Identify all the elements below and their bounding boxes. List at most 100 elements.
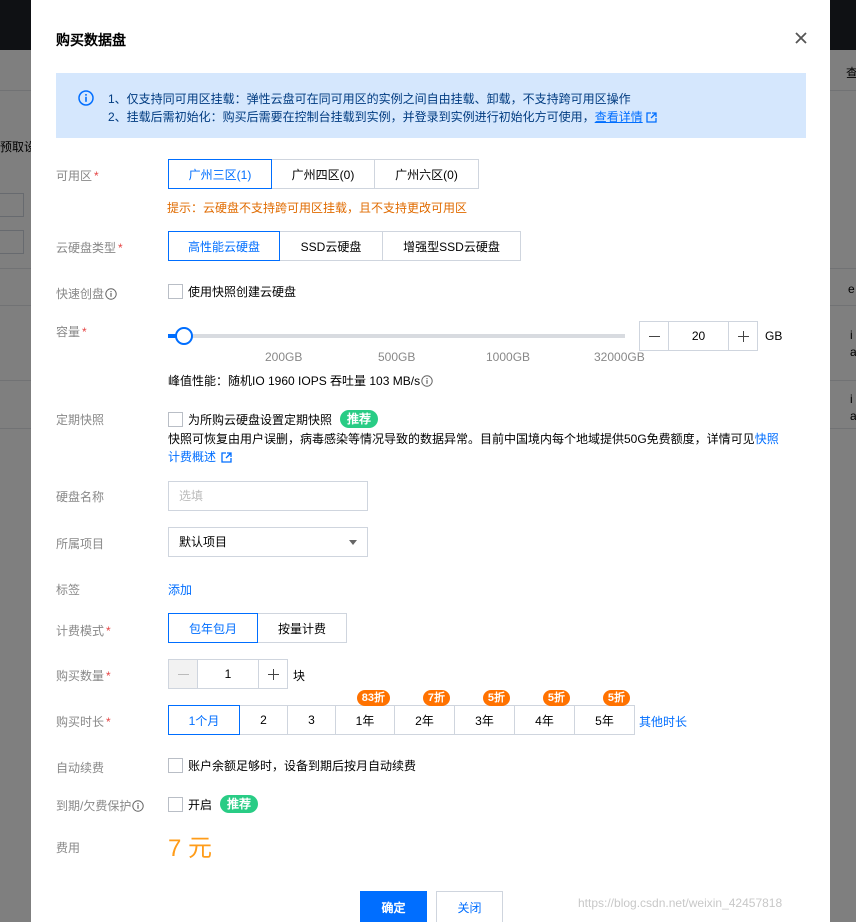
snapshot-description-text: 快照可恢复由用户误删，病毒感染等情况导致的数据异常。目前中国境内每个地域提供50… [168,432,755,446]
disk-type-label: 云硬盘类型* [56,239,123,256]
duration-option[interactable]: 1个月 [168,705,240,735]
duration-option[interactable]: 2年7折 [394,705,455,735]
zone-option-guangzhou-4[interactable]: 广州四区(0) [271,159,375,189]
disk-type-selector: 高性能云硬盘 SSD云硬盘 增强型SSD云硬盘 [168,231,521,261]
disk-type-label-text: 云硬盘类型 [56,241,116,255]
capacity-slider-track[interactable] [168,334,625,338]
disk-name-input[interactable]: 选填 [168,481,368,511]
purchase-disk-dialog: 购买数据盘 1、仅支持同可用区挂载：弹性云盘可在同可用区的实例之间自由挂载、卸载… [31,0,830,922]
recommend-badge: 推荐 [340,410,378,428]
snapshot-label: 定期快照 [56,411,104,428]
snapshot-create-option: 使用快照创建云硬盘 [168,283,296,300]
notice-line-2: 2、挂载后需初始化：购买后需要在控制台挂载到实例，并登录到实例进行初始化方可使用… [108,108,657,125]
capacity-tick: 32000GB [594,350,645,364]
billing-prepaid[interactable]: 包年包月 [168,613,258,643]
add-tag-link[interactable]: 添加 [168,581,192,598]
notice-line-1: 1、仅支持同可用区挂载：弹性云盘可在同可用区的实例之间自由挂载、卸载，不支持跨可… [108,90,631,107]
billing-pay-as-you-go[interactable]: 按量计费 [257,613,347,643]
zone-label-text: 可用区 [56,169,92,183]
disk-type-ssd[interactable]: SSD云硬盘 [279,231,383,261]
disk-name-label: 硬盘名称 [56,488,104,505]
duration-label-text: 购买时长 [56,715,104,729]
duration-option[interactable]: 3 [287,705,336,735]
recommend-badge: 推荐 [220,795,258,813]
quick-create-label: 快速创盘 [56,285,117,302]
capacity-decrease-button[interactable] [639,321,669,351]
capacity-label: 容量* [56,323,87,340]
scheduled-snapshot-checkbox[interactable] [168,412,183,427]
dialog-title: 购买数据盘 [56,30,126,50]
csdn-watermark: https://blog.csdn.net/weixin_42457818 [578,896,782,910]
external-link-icon [221,452,232,463]
snapshot-link[interactable]: 快照 [755,432,779,446]
quantity-label: 购买数量* [56,667,111,684]
quantity-stepper: 1 [168,659,288,689]
capacity-increase-button[interactable] [728,321,758,351]
view-details-link[interactable]: 查看详情 [595,110,643,124]
quantity-increase-button[interactable] [258,659,288,689]
zone-option-guangzhou-6[interactable]: 广州六区(0) [374,159,479,189]
duration-option-label: 3 [308,713,315,727]
zone-option-guangzhou-3[interactable]: 广州三区(1) [168,159,272,189]
duration-option[interactable]: 2 [239,705,288,735]
close-icon[interactable] [789,26,813,50]
notice-line-2-text: 2、挂载后需初始化：购买后需要在控制台挂载到实例，并登录到实例进行初始化方可使用… [108,110,595,124]
help-icon[interactable] [132,800,144,812]
close-button[interactable]: 关闭 [436,891,503,922]
billing-mode-label-text: 计费模式 [56,624,104,638]
capacity-stepper: 20 [639,321,758,351]
duration-option-label: 2年 [415,712,434,729]
billing-overview-link[interactable]: 计费概述 [168,450,216,464]
help-icon[interactable] [421,375,433,387]
capacity-input[interactable]: 20 [669,321,728,351]
zone-selector: 广州三区(1) 广州四区(0) 广州六区(0) [168,159,479,189]
duration-option-label: 1个月 [189,712,220,729]
project-select-value: 默认项目 [179,535,227,549]
required-mark: * [106,715,111,729]
duration-option-label: 5年 [595,712,614,729]
project-select[interactable]: 默认项目 [168,527,368,557]
discount-badge: 83折 [357,690,390,706]
duration-option-label: 1年 [356,712,375,729]
project-label: 所属项目 [56,535,104,552]
duration-option[interactable]: 3年5折 [454,705,515,735]
peak-performance-text: 峰值性能：随机IO 1960 IOPS 吞吐量 103 MB/s [168,374,420,388]
zone-label: 可用区* [56,167,99,184]
quantity-input[interactable]: 1 [198,659,258,689]
caret-down-icon [349,540,357,545]
auto-renew-text: 账户余额足够时，设备到期后按月自动续费 [188,757,416,774]
expiry-protect-checkbox[interactable] [168,797,183,812]
capacity-unit: GB [765,329,782,343]
capacity-tick: 500GB [378,350,415,364]
duration-option-label: 3年 [475,712,494,729]
tags-label: 标签 [56,581,80,598]
billing-overview-row: 计费概述 [168,448,232,465]
help-icon[interactable] [105,288,117,300]
fee-amount: 7 元 [168,828,212,863]
snapshot-create-checkbox[interactable] [168,284,183,299]
snapshot-description: 快照可恢复由用户误删，病毒感染等情况导致的数据异常。目前中国境内每个地域提供50… [168,430,779,447]
capacity-slider-handle[interactable] [175,327,193,345]
required-mark: * [94,169,99,183]
peak-performance: 峰值性能：随机IO 1960 IOPS 吞吐量 103 MB/s [168,372,433,389]
required-mark: * [82,325,87,339]
duration-option[interactable]: 5年5折 [574,705,635,735]
confirm-button[interactable]: 确定 [360,891,427,922]
fee-label: 费用 [56,839,80,856]
disk-type-enhanced-ssd[interactable]: 增强型SSD云硬盘 [382,231,521,261]
expiry-protect-text: 开启 [188,796,212,813]
zone-hint: 提示：云硬盘不支持跨可用区挂载，且不支持更改可用区 [167,199,467,216]
quantity-decrease-button[interactable] [168,659,198,689]
auto-renew-checkbox[interactable] [168,758,183,773]
auto-renew-option: 账户余额足够时，设备到期后按月自动续费 [168,757,416,774]
duration-option-label: 4年 [535,712,554,729]
duration-label: 购买时长* [56,713,111,730]
disk-type-premium[interactable]: 高性能云硬盘 [168,231,280,261]
discount-badge: 5折 [483,690,510,706]
other-duration-link[interactable]: 其他时长 [639,713,687,730]
snapshot-create-label: 使用快照创建云硬盘 [188,283,296,300]
required-mark: * [106,624,111,638]
expiry-protect-option: 开启 推荐 [168,795,258,813]
duration-option[interactable]: 4年5折 [514,705,575,735]
duration-option[interactable]: 1年83折 [335,705,395,735]
